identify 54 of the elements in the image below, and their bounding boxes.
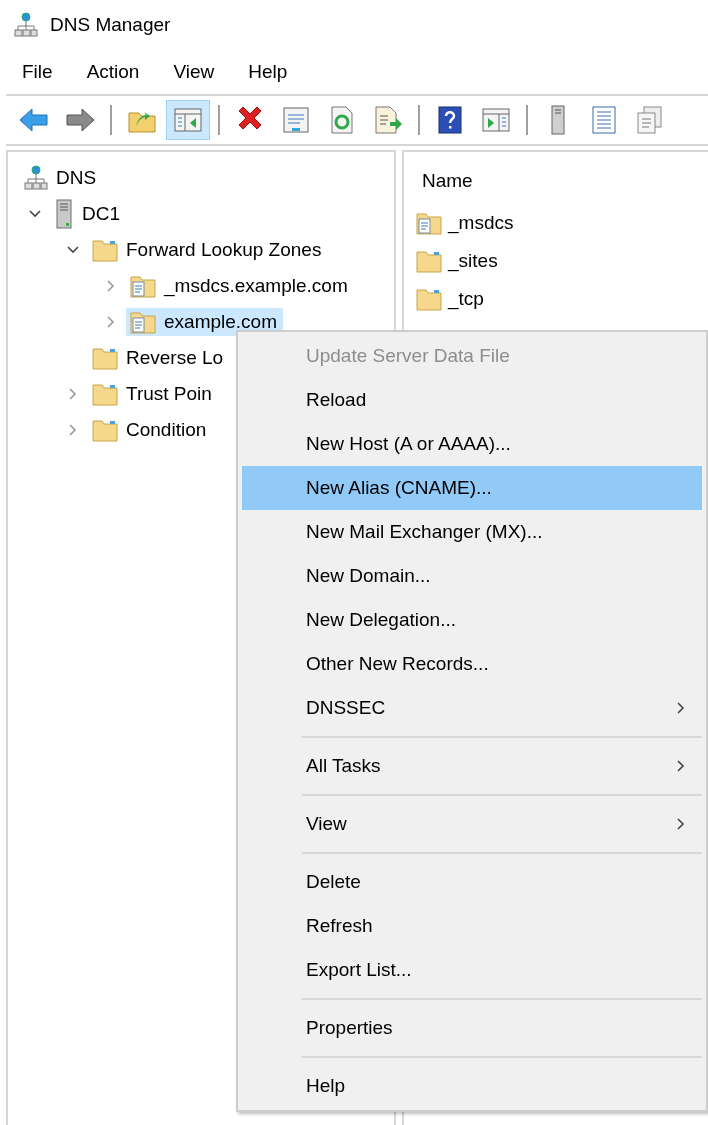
context-menu-item[interactable]: New Mail Exchanger (MX)... — [242, 510, 702, 554]
tree-label: _msdcs.example.com — [164, 275, 348, 297]
export-icon — [372, 104, 404, 136]
context-menu-item[interactable]: Reload — [242, 378, 702, 422]
list-item[interactable]: _sites — [448, 250, 498, 272]
tree-label: DNS — [56, 167, 97, 189]
tree-label: Condition — [126, 419, 207, 441]
context-menu-item[interactable]: Properties — [242, 1006, 702, 1050]
context-menu-item[interactable]: New Delegation... — [242, 598, 702, 642]
folder-icon — [92, 346, 118, 370]
tree-item[interactable]: Condition — [88, 416, 213, 444]
folder-icon — [92, 382, 118, 406]
context-menu-item[interactable]: DNSSEC — [242, 686, 702, 730]
tree-item[interactable]: DNS — [20, 163, 103, 193]
menu-item[interactable]: Help — [238, 57, 298, 87]
folder-icon — [92, 238, 118, 262]
zone-icon — [130, 310, 156, 334]
menu-item[interactable]: Action — [76, 57, 150, 87]
folder-icon — [416, 287, 442, 311]
context-menu-item[interactable]: New Alias (CNAME)... — [242, 466, 702, 510]
context-menu-item[interactable]: New Host (A or AAAA)... — [242, 422, 702, 466]
tree-item[interactable]: DC1 — [50, 197, 126, 231]
network-icon — [24, 165, 48, 191]
tree-label: Trust Poin — [126, 383, 212, 405]
window-title: DNS Manager — [50, 14, 171, 36]
server-icon — [54, 199, 74, 229]
zone-icon — [130, 274, 156, 298]
context-menu-item[interactable]: Other New Records... — [242, 642, 702, 686]
network-icon — [14, 12, 38, 38]
tree-label: Reverse Lo — [126, 347, 224, 369]
properties-icon — [280, 104, 312, 136]
zone-icon — [416, 211, 442, 235]
context-menu-item[interactable]: Help — [242, 1064, 702, 1108]
context-menu-item[interactable]: View — [242, 802, 702, 846]
menu-item[interactable]: File — [12, 57, 63, 87]
menu-item[interactable]: View — [163, 57, 225, 87]
tree-item[interactable]: Reverse Lo — [88, 344, 230, 372]
tree-label: example.com — [164, 311, 277, 333]
context-menu-item[interactable]: All Tasks — [242, 744, 702, 788]
tree-item[interactable]: example.com — [126, 308, 283, 336]
tree-item[interactable]: Trust Poin — [88, 380, 218, 408]
tree-label: DC1 — [82, 203, 120, 225]
tree-item[interactable]: _msdcs.example.com — [126, 272, 354, 300]
context-menu-item[interactable]: Export List... — [242, 948, 702, 992]
list-item[interactable]: _msdcs — [448, 212, 514, 234]
list-item[interactable]: _tcp — [448, 288, 484, 310]
tree-label: Forward Lookup Zones — [126, 239, 322, 261]
folder-icon — [92, 418, 118, 442]
context-menu-item[interactable]: Refresh — [242, 904, 702, 948]
tree-item[interactable]: Forward Lookup Zones — [88, 236, 328, 264]
context-menu-item[interactable]: New Domain... — [242, 554, 702, 598]
folder-icon — [416, 249, 442, 273]
column-header[interactable]: Name — [416, 166, 708, 196]
context-menu-item[interactable]: Delete — [242, 860, 702, 904]
